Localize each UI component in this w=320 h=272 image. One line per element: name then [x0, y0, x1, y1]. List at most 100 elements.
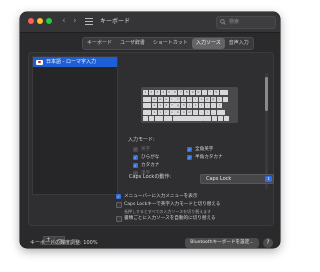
key-return [222, 96, 228, 102]
keyboard-brightness-label: キーボードの輝度調整: 100% [30, 240, 98, 246]
key-shift-right [216, 109, 225, 115]
key: m [187, 109, 193, 115]
key: s [157, 103, 163, 108]
forward-arrow-icon[interactable]: › [73, 16, 77, 26]
key: 0 [196, 90, 202, 95]
key: b [175, 109, 181, 115]
key: u [187, 96, 193, 102]
key-fn [143, 116, 148, 121]
key: l [199, 103, 205, 108]
caps-lock-label: Caps Lockの動作: [129, 174, 172, 180]
key-option [148, 116, 154, 121]
mode-option-label: ひらがな [141, 154, 160, 160]
checkmark-icon[interactable]: ✓ [116, 194, 121, 199]
setting-label: 書類ごとに入力ソースを自動的に切り替える [124, 215, 216, 221]
keyboard-row-top: q w e r t y u i o p @ [ [143, 96, 228, 102]
key: n [181, 109, 187, 115]
key-arrow [218, 116, 224, 121]
keyboard-row-numbers: 1 2 3 4 5 6 7 8 9 0 - ^ ¥ [143, 90, 228, 95]
system-preferences-window: ‹ › キーボード 検索 キーボード ユーザ辞書 ショートカット 入力ソース 音… [20, 12, 280, 248]
key-arrow [212, 116, 218, 121]
key-command [154, 116, 163, 121]
checkmark-icon[interactable]: ✓ [187, 147, 192, 152]
search-field[interactable]: 検索 [216, 16, 276, 29]
key: d [163, 103, 169, 108]
back-arrow-icon[interactable]: ‹ [62, 16, 66, 26]
scrollbar-thumb[interactable] [265, 77, 268, 111]
key: 5 [166, 90, 172, 95]
tab-bar: キーボード ユーザ辞書 ショートカット 入力ソース 音声入力 [82, 37, 254, 50]
key: a [151, 103, 157, 108]
input-source-list[interactable]: 日本語 - ローマ字入力 [32, 56, 118, 195]
key: h [181, 103, 187, 108]
keyboard-preview: 1 2 3 4 5 6 7 8 9 0 - ^ ¥ q w e r t y u … [141, 87, 238, 123]
key: - [201, 90, 207, 95]
key: @ [210, 96, 216, 102]
key: 1 [143, 90, 148, 95]
key: ¥ [213, 90, 219, 95]
scrollbar[interactable] [265, 73, 268, 189]
setting-label: メニューバーに入力メニューを表示 [124, 193, 198, 199]
key: v [169, 109, 175, 115]
key: _ [210, 109, 216, 115]
key: 7 [178, 90, 184, 95]
key-arrow [224, 116, 230, 121]
keyboard-row-home: a s d f g h j k l ; : ] [143, 103, 223, 108]
key: i [193, 96, 199, 102]
key-tab [143, 96, 151, 102]
checkmark-icon[interactable]: ✓ [133, 155, 138, 160]
help-icon[interactable]: ? [263, 238, 273, 248]
key-delete [219, 90, 228, 95]
key: c [163, 109, 169, 115]
key: x [157, 109, 163, 115]
caps-lock-select[interactable]: Caps Lock ⇕ [200, 174, 274, 184]
key: 9 [190, 90, 196, 95]
key: ; [204, 103, 210, 108]
tab-shortcuts[interactable]: ショートカット [149, 38, 192, 49]
key: 3 [154, 90, 160, 95]
checkmark-icon[interactable]: ✓ [133, 163, 138, 168]
search-icon [220, 19, 226, 25]
key: y [181, 96, 187, 102]
mode-option-label: 全角英字 [195, 146, 214, 152]
key-kana [203, 116, 212, 121]
mode-option-label: カタカナ [141, 162, 160, 168]
setting-note: 長押しするとすべての入力ソースを切り替えます [124, 208, 212, 214]
close-window-button[interactable] [28, 18, 34, 24]
key: f [169, 103, 175, 108]
window-title: キーボード [100, 18, 131, 25]
key: p [204, 96, 210, 102]
checkmark-icon[interactable]: ✓ [187, 155, 192, 160]
japan-flag-icon [36, 59, 43, 65]
key: ^ [207, 90, 213, 95]
key: 4 [160, 90, 166, 95]
key: j [187, 103, 193, 108]
fullscreen-window-button[interactable] [46, 18, 52, 24]
title-bar: ‹ › キーボード 検索 [20, 12, 280, 33]
setting-checkbox[interactable] [116, 216, 122, 222]
grid-icon[interactable] [85, 18, 93, 26]
key: z [151, 109, 157, 115]
key: [ [216, 96, 222, 102]
key: 6 [172, 90, 178, 95]
tab-input-sources[interactable]: 入力ソース [191, 38, 225, 49]
key-eisu [163, 116, 172, 121]
tab-dictation[interactable]: 音声入力 [225, 38, 253, 49]
key: w [157, 96, 163, 102]
setting-checkbox[interactable] [116, 202, 122, 208]
key: k [193, 103, 199, 108]
key: r [169, 96, 175, 102]
minimize-window-button[interactable] [37, 18, 43, 24]
key: g [175, 103, 181, 108]
input-source-item[interactable]: 日本語 - ローマ字入力 [33, 57, 117, 67]
key-control [143, 103, 151, 108]
key: e [163, 96, 169, 102]
bluetooth-keyboard-button[interactable]: Bluetoothキーボードを設定... [185, 238, 259, 248]
setting-label: Caps Lockキーで英字入力モードと切り替える [124, 201, 221, 207]
search-placeholder: 検索 [229, 19, 240, 25]
mode-option-label: 半角カタカナ [195, 154, 223, 160]
caps-lock-value: Caps Lock [206, 176, 232, 182]
tab-user-dictionary[interactable]: ユーザ辞書 [116, 38, 149, 49]
input-source-label: 日本語 - ローマ字入力 [46, 59, 96, 65]
tab-keyboard[interactable]: キーボード [83, 38, 116, 49]
